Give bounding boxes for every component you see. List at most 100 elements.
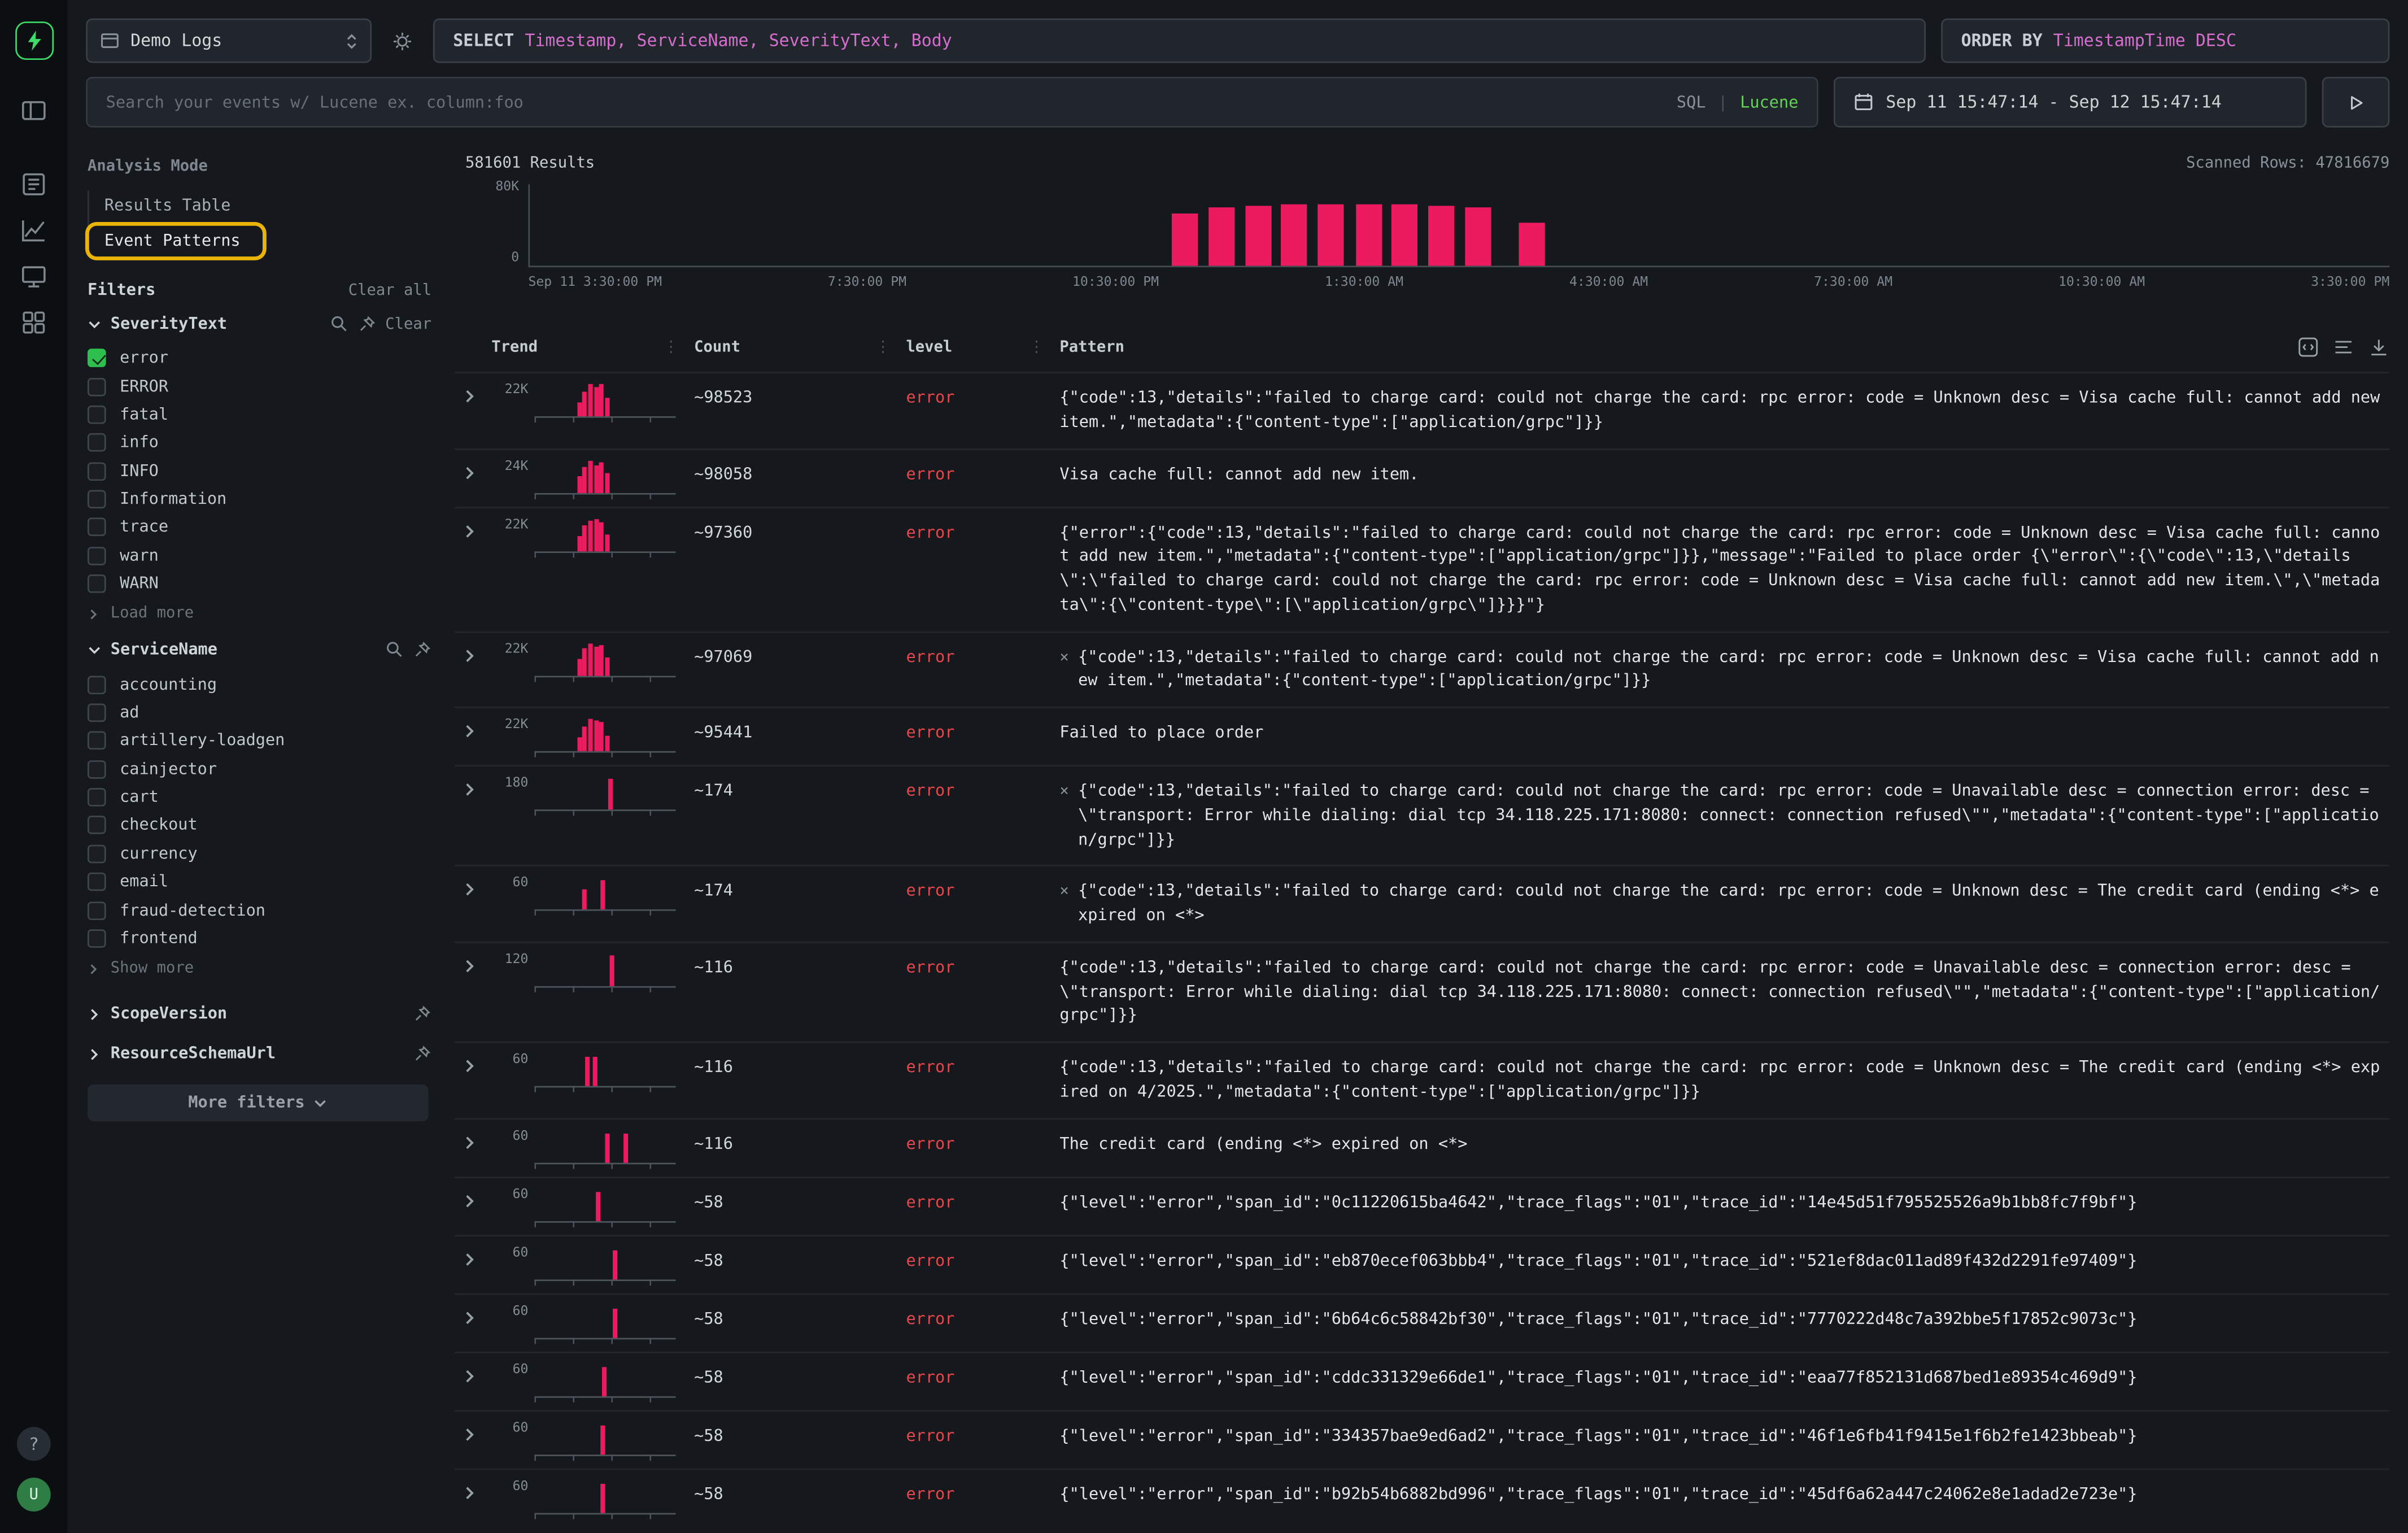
table-row[interactable]: 60 ~174 error × {"code":13,"details":"fa… <box>455 865 2389 942</box>
row-expand-button[interactable] <box>455 952 491 973</box>
clear-all-link[interactable]: Clear all <box>348 282 431 299</box>
nav-search-logs[interactable] <box>20 171 47 198</box>
filter-option-accounting[interactable]: accounting <box>88 670 431 699</box>
nav-sessions[interactable] <box>20 263 47 290</box>
filter-option-info[interactable]: info <box>88 429 431 457</box>
scope-version-pin-button[interactable] <box>413 1005 432 1024</box>
histogram-bar[interactable] <box>1355 204 1381 266</box>
severity-pin-button[interactable] <box>357 315 376 333</box>
table-row[interactable]: 60 ~58 error {"level":"error","span_id":… <box>455 1467 2389 1526</box>
severity-load-more[interactable]: Load more <box>88 598 431 629</box>
histogram-plot[interactable] <box>528 184 2389 267</box>
filter-option-email[interactable]: email <box>88 868 431 896</box>
filter-option-trace[interactable]: trace <box>88 513 431 542</box>
source-select[interactable]: Demo Logs <box>86 19 372 63</box>
row-expand-button[interactable] <box>455 641 491 663</box>
histogram-bar[interactable] <box>1519 223 1545 266</box>
table-row[interactable]: 60 ~58 error {"level":"error","span_id":… <box>455 1409 2389 1467</box>
table-row[interactable]: 60 ~58 error {"level":"error","span_id":… <box>455 1234 2389 1292</box>
code-view-icon[interactable] <box>2297 337 2319 358</box>
histogram-bar[interactable] <box>1318 204 1344 266</box>
histogram-bar[interactable] <box>1465 207 1491 265</box>
filter-option-error[interactable]: error <box>88 344 431 372</box>
filter-option-Information[interactable]: Information <box>88 485 431 513</box>
search-input[interactable] <box>106 93 1665 112</box>
analysis-mode-event-patterns[interactable]: Event Patterns <box>89 226 262 256</box>
more-filters-button[interactable]: More filters <box>88 1085 429 1121</box>
run-query-button[interactable] <box>2322 77 2390 128</box>
table-row[interactable]: 22K ~97360 error {"error":{"code":13,"de… <box>455 506 2389 630</box>
user-avatar[interactable]: U <box>17 1478 51 1512</box>
row-expand-button[interactable] <box>455 876 491 898</box>
download-icon[interactable] <box>2368 337 2389 358</box>
mode-sql-toggle[interactable]: SQL <box>1677 93 1706 112</box>
filter-option-cainjector[interactable]: cainjector <box>88 755 431 783</box>
table-row[interactable]: 24K ~98058 error Visa cache full: cannot… <box>455 448 2389 506</box>
service-group-header[interactable]: ServiceName <box>88 641 431 660</box>
row-expand-button[interactable] <box>455 1362 491 1383</box>
histogram-bar[interactable] <box>1171 213 1197 266</box>
histogram-bar[interactable] <box>1428 206 1454 265</box>
sql-select-editor[interactable]: SELECT Timestamp, ServiceName, SeverityT… <box>433 19 1926 63</box>
filter-option-fraud-detection[interactable]: fraud-detection <box>88 896 431 924</box>
help-button[interactable]: ? <box>17 1427 51 1461</box>
filter-option-ERROR[interactable]: ERROR <box>88 372 431 400</box>
dismiss-icon[interactable]: × <box>1059 780 1068 803</box>
resource-schema-url-group-header[interactable]: ResourceSchemaUrl <box>88 1045 431 1064</box>
mode-lucene-toggle[interactable]: Lucene <box>1740 93 1798 112</box>
filter-option-currency[interactable]: currency <box>88 839 431 868</box>
row-expand-button[interactable] <box>455 382 491 404</box>
column-grip-icon[interactable]: ⋮ <box>875 339 891 356</box>
filter-option-fatal[interactable]: fatal <box>88 400 431 429</box>
service-search-button[interactable] <box>386 641 404 660</box>
row-expand-button[interactable] <box>455 1128 491 1149</box>
row-expand-button[interactable] <box>455 717 491 739</box>
service-show-more[interactable]: Show more <box>88 952 431 983</box>
table-row[interactable]: 22K ~98523 error {"code":13,"details":"f… <box>455 372 2389 448</box>
severity-search-button[interactable] <box>330 315 348 333</box>
row-expand-button[interactable] <box>455 517 491 538</box>
list-view-icon[interactable] <box>2333 337 2354 358</box>
app-logo[interactable] <box>15 21 53 60</box>
table-row[interactable]: 60 ~116 error The credit card (ending <*… <box>455 1117 2389 1175</box>
filter-option-ad[interactable]: ad <box>88 699 431 727</box>
table-row[interactable]: 120 ~116 error {"code":13,"details":"fai… <box>455 941 2389 1041</box>
filter-option-INFO[interactable]: INFO <box>88 457 431 485</box>
dismiss-icon[interactable]: × <box>1059 881 1068 904</box>
row-expand-button[interactable] <box>455 776 491 797</box>
row-expand-button[interactable] <box>455 1478 491 1500</box>
filter-option-frontend[interactable]: frontend <box>88 924 431 952</box>
filter-option-artillery-loadgen[interactable]: artillery-loadgen <box>88 727 431 755</box>
filter-option-WARN[interactable]: WARN <box>88 570 431 598</box>
resource-schema-url-pin-button[interactable] <box>413 1045 432 1064</box>
column-grip-icon[interactable]: ⋮ <box>664 339 679 356</box>
table-row[interactable]: 180 ~174 error × {"code":13,"details":"f… <box>455 765 2389 865</box>
order-by-editor[interactable]: ORDER BY TimestampTime DESC <box>1941 19 2389 63</box>
histogram-bar[interactable] <box>1281 204 1307 265</box>
column-grip-icon[interactable]: ⋮ <box>1029 339 1044 356</box>
source-settings-button[interactable] <box>387 19 417 63</box>
histogram-bar[interactable] <box>1246 206 1272 265</box>
table-row[interactable]: 22K ~95441 error Failed to place order <box>455 707 2389 765</box>
table-row[interactable]: 60 ~58 error {"level":"error","span_id":… <box>455 1176 2389 1234</box>
filter-option-checkout[interactable]: checkout <box>88 812 431 840</box>
row-expand-button[interactable] <box>455 1187 491 1208</box>
service-pin-button[interactable] <box>413 641 432 660</box>
histogram-bar[interactable] <box>1391 204 1417 265</box>
table-row[interactable]: 22K ~97069 error × {"code":13,"details":… <box>455 630 2389 707</box>
row-expand-button[interactable] <box>455 1245 491 1266</box>
severity-group-header[interactable]: SeverityText Clear <box>88 315 431 333</box>
table-row[interactable]: 60 ~116 error {"code":13,"details":"fail… <box>455 1042 2389 1118</box>
histogram-bar[interactable] <box>1209 207 1234 265</box>
row-expand-button[interactable] <box>455 1420 491 1441</box>
row-expand-button[interactable] <box>455 459 491 480</box>
analysis-mode-results-table[interactable]: Results Table <box>89 190 231 221</box>
filter-option-cart[interactable]: cart <box>88 783 431 812</box>
table-row[interactable]: 60 ~58 error {"level":"error","span_id":… <box>455 1292 2389 1351</box>
nav-dashboards[interactable] <box>20 309 47 337</box>
filter-option-warn[interactable]: warn <box>88 542 431 570</box>
time-range-picker[interactable]: Sep 11 15:47:14 - Sep 12 15:47:14 <box>1834 77 2307 128</box>
row-expand-button[interactable] <box>455 1303 491 1325</box>
dismiss-icon[interactable]: × <box>1059 646 1068 669</box>
nav-chart-explorer[interactable] <box>20 216 47 244</box>
